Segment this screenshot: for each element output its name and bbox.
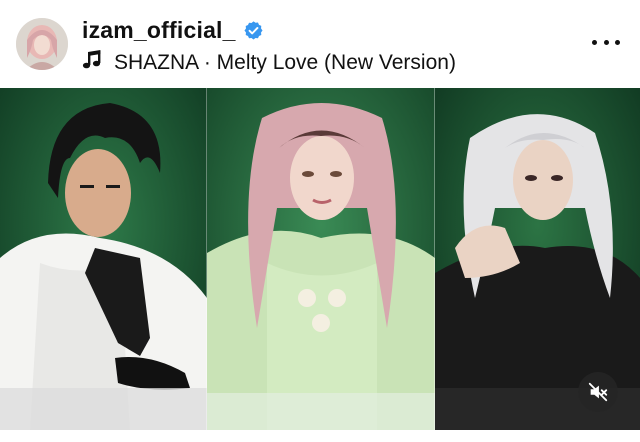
avatar-image — [16, 18, 68, 70]
more-options-icon[interactable] — [592, 28, 620, 56]
username[interactable]: izam_official_ — [82, 17, 236, 44]
verified-badge-icon — [243, 20, 264, 41]
music-note-icon — [82, 50, 108, 76]
avatar[interactable] — [16, 18, 68, 70]
music-title: SHAZNA · Melty Love (New Version) — [114, 51, 456, 74]
username-row: izam_official_ — [82, 17, 264, 44]
music-attribution[interactable]: SHAZNA · Melty Love (New Version) — [82, 50, 456, 76]
post-media[interactable] — [0, 88, 640, 430]
post-header: izam_official_ SHAZNA · Melty Love (New … — [0, 0, 640, 88]
more-dot — [592, 39, 597, 45]
photo-panel-left — [0, 88, 207, 430]
more-dot — [603, 39, 609, 45]
photo-panel-center — [207, 88, 435, 430]
more-dot — [615, 39, 620, 45]
mute-toggle-button[interactable] — [578, 372, 618, 412]
speaker-muted-icon — [588, 382, 608, 402]
post-footer-edge — [0, 430, 640, 442]
